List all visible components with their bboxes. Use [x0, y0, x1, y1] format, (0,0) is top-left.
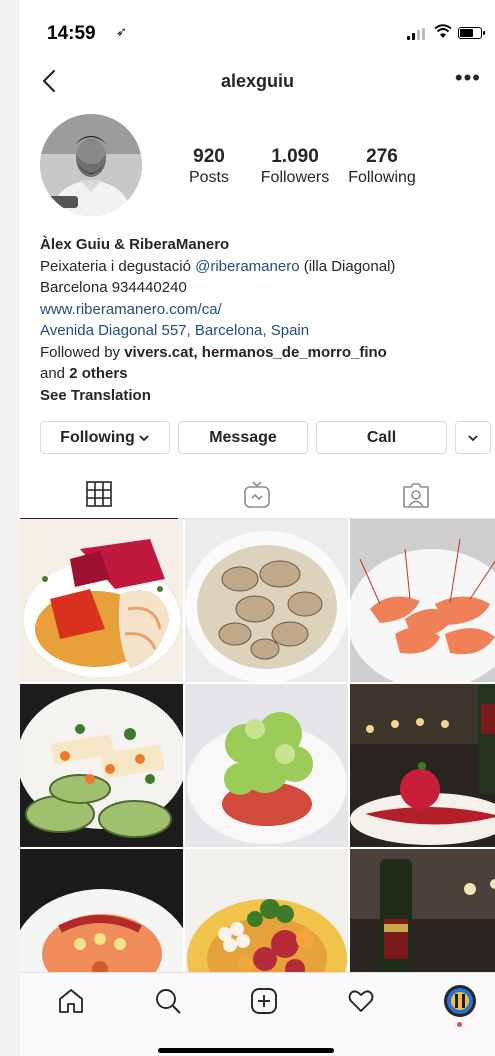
profile-full-name: Àlex Guiu & RiberaManero	[40, 236, 230, 253]
chevron-down-icon	[139, 434, 149, 441]
profile-bio: Àlex Guiu & RiberaManero Peixateria i de…	[40, 234, 490, 406]
status-bar: 14:59 ➶	[20, 18, 495, 48]
status-time: 14:59	[47, 23, 96, 44]
bio-text: (illa Diagonal)	[299, 257, 396, 275]
post-thumbnail[interactable]	[185, 849, 348, 972]
wifi-icon	[434, 24, 452, 38]
nav-profile[interactable]	[440, 981, 480, 1027]
signal-icon	[407, 28, 427, 40]
phone-screen: 14:59 ➶ alexguiu ••• 920 Posts 1.090 Fol…	[20, 0, 495, 1056]
followed-prefix: Followed by	[40, 343, 125, 361]
profile-avatar	[444, 985, 476, 1017]
post-thumbnail[interactable]	[185, 519, 348, 682]
nav-activity[interactable]	[341, 981, 381, 1021]
tagged-icon	[403, 482, 429, 508]
posts-stat[interactable]: 920 Posts	[170, 146, 248, 188]
bio-line-2: Barcelona 934440240	[40, 279, 187, 296]
followed-users: vivers.cat, hermanos_de_morro_fino	[124, 343, 387, 361]
following-label: Following	[348, 169, 416, 186]
profile-header: alexguiu •••	[20, 64, 495, 100]
message-button[interactable]: Message	[178, 421, 308, 454]
igtv-icon	[244, 480, 270, 508]
bio-text: Peixateria i degustació	[40, 257, 196, 275]
profile-tabs	[20, 470, 495, 519]
suggested-dropdown-button[interactable]	[455, 421, 491, 454]
post-thumbnail[interactable]	[350, 519, 495, 682]
profile-avatar[interactable]	[40, 114, 142, 216]
posts-label: Posts	[188, 169, 229, 186]
followed-and: and	[40, 365, 70, 382]
message-button-label: Message	[209, 428, 277, 446]
posts-count: 920	[193, 146, 225, 167]
tab-igtv[interactable]	[178, 470, 336, 519]
add-icon	[251, 988, 277, 1014]
nav-add[interactable]	[244, 981, 284, 1021]
website-link[interactable]: www.riberamanero.com/ca/	[40, 299, 490, 321]
followed-others: 2 others	[69, 365, 128, 382]
posts-grid	[20, 519, 495, 972]
bio-line-1: Peixateria i degustació @riberamanero (i…	[40, 256, 490, 278]
address-link[interactable]: Avenida Diagonal 557, Barcelona, Spain	[40, 320, 490, 342]
see-translation-link[interactable]: See Translation	[40, 387, 151, 404]
home-icon	[59, 989, 83, 1013]
post-thumbnail[interactable]	[350, 849, 495, 972]
tab-tagged[interactable]	[337, 470, 495, 519]
location-arrow-icon: ➶	[116, 24, 127, 39]
heart-icon	[348, 990, 374, 1012]
following-stat[interactable]: 276 Following	[342, 146, 422, 188]
following-count: 276	[366, 146, 398, 167]
tab-grid[interactable]	[20, 470, 178, 519]
notification-dot	[457, 1022, 462, 1027]
chevron-down-icon	[468, 434, 478, 441]
post-thumbnail[interactable]	[20, 849, 183, 972]
followers-count: 1.090	[271, 146, 319, 167]
home-indicator	[158, 1048, 334, 1053]
followed-by[interactable]: Followed by vivers.cat, hermanos_de_morr…	[40, 342, 490, 364]
followers-label: Followers	[260, 169, 330, 186]
bottom-navigation	[20, 972, 495, 1056]
post-thumbnail[interactable]	[185, 684, 348, 847]
following-button[interactable]: Following	[40, 421, 170, 454]
post-thumbnail[interactable]	[350, 684, 495, 847]
profile-stats: 920 Posts 1.090 Followers 276 Following	[170, 146, 490, 188]
search-icon	[156, 989, 181, 1014]
nav-home[interactable]	[51, 981, 91, 1021]
followers-stat[interactable]: 1.090 Followers	[248, 146, 342, 188]
post-thumbnail[interactable]	[20, 519, 183, 682]
followed-by-more[interactable]: and 2 others	[40, 363, 490, 385]
call-button-label: Call	[366, 428, 397, 446]
nav-search[interactable]	[148, 981, 188, 1021]
post-thumbnail[interactable]	[20, 684, 183, 847]
battery-icon	[458, 27, 485, 39]
grid-icon	[86, 481, 112, 507]
mention-link[interactable]: @riberamanero	[195, 258, 299, 275]
following-button-label: Following	[60, 428, 135, 446]
call-button[interactable]: Call	[316, 421, 447, 454]
header-username: alexguiu	[220, 71, 295, 91]
more-options-icon[interactable]: •••	[455, 67, 481, 89]
